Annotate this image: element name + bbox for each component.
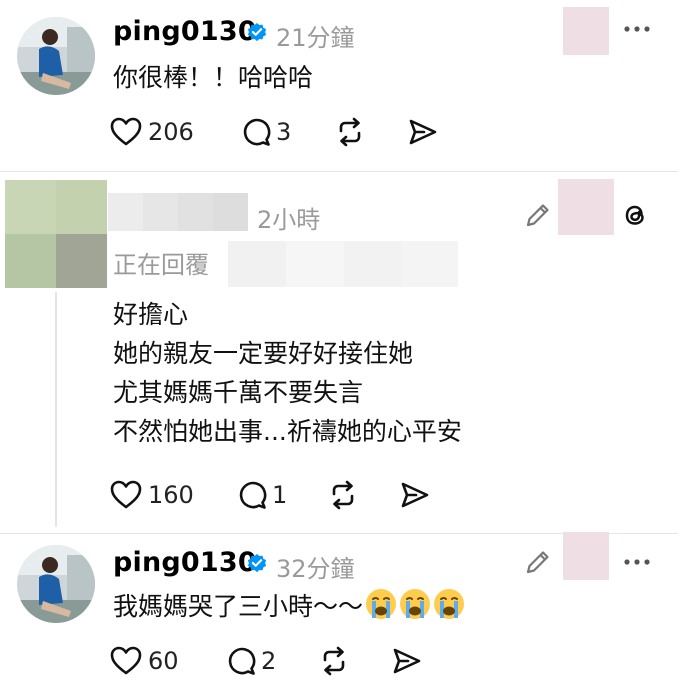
username[interactable]: ping0130 <box>113 547 257 578</box>
divider <box>0 171 678 172</box>
user-avatar[interactable] <box>17 17 95 95</box>
loudly-crying-face-icon <box>399 588 431 620</box>
comment-text: 我媽媽哭了三小時～～ <box>113 592 364 621</box>
verified-badge-icon <box>246 552 268 574</box>
more-icon[interactable] <box>623 24 651 34</box>
reply-count: 3 <box>276 118 292 146</box>
comment-icon[interactable] <box>226 646 256 676</box>
redacted-username <box>108 193 248 231</box>
username[interactable]: ping0130 <box>113 16 257 47</box>
pencil-icon[interactable] <box>524 201 552 229</box>
share-icon[interactable] <box>400 480 430 510</box>
heart-icon[interactable] <box>110 646 142 676</box>
comment-icon[interactable] <box>241 117 271 147</box>
share-icon[interactable] <box>408 117 438 147</box>
loudly-crying-face-icon <box>433 588 465 620</box>
timestamp: 32分鐘 <box>276 555 355 583</box>
timestamp: 21分鐘 <box>276 24 355 52</box>
pencil-icon[interactable] <box>524 548 552 576</box>
reply-count: 1 <box>272 481 288 509</box>
threads-logo-icon[interactable] <box>620 200 650 230</box>
user-avatar[interactable] <box>17 545 95 623</box>
timestamp: 2小時 <box>257 206 321 234</box>
thread-line <box>55 292 57 527</box>
redacted-block <box>558 179 614 235</box>
blurred-avatar[interactable] <box>5 180 107 288</box>
verified-badge-icon <box>246 21 268 43</box>
redacted-block <box>563 532 609 580</box>
comment-text: 你很棒！！哈哈哈 <box>113 63 314 92</box>
like-count: 206 <box>148 118 194 146</box>
redacted-reply-target <box>228 241 458 287</box>
comment-text-line: 我媽媽哭了三小時～～ <box>113 587 465 626</box>
repost-icon[interactable] <box>327 479 359 511</box>
comment-icon[interactable] <box>237 480 267 510</box>
heart-icon[interactable] <box>110 117 142 147</box>
heart-icon[interactable] <box>110 480 142 510</box>
comment-text: 好擔心 她的親友一定要好好接住她 尤其媽媽千萬不要失言 不然怕她出事...祈禱她… <box>113 300 462 446</box>
repost-icon[interactable] <box>334 116 366 148</box>
redacted-block <box>563 7 609 55</box>
share-icon[interactable] <box>392 646 422 676</box>
loudly-crying-face-icon <box>365 588 397 620</box>
reply-count: 2 <box>261 647 277 675</box>
like-count: 60 <box>148 647 179 675</box>
replying-label: 正在回覆 <box>113 251 209 279</box>
more-icon[interactable] <box>623 557 651 567</box>
like-count: 160 <box>148 481 194 509</box>
repost-icon[interactable] <box>318 645 350 677</box>
